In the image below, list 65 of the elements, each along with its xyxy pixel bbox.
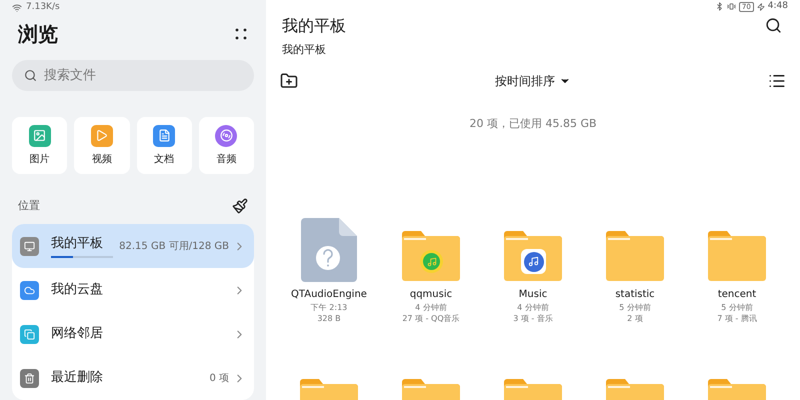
image-icon — [28, 124, 51, 147]
unknown-file-icon — [301, 218, 357, 282]
file-name: qqmusic — [410, 288, 452, 302]
file-item[interactable]: QTAudioEngine 下午 2:13 328 B — [278, 216, 380, 324]
section-title: 位置 — [18, 198, 40, 214]
category-tile[interactable]: 文档 — [136, 117, 192, 174]
app-badge-icon — [521, 249, 546, 274]
network-icon — [20, 324, 39, 344]
folder-icon — [706, 230, 768, 282]
file-info: 328 B — [317, 313, 341, 324]
file-item[interactable]: tencent 5 分钟前 7 项 - 腾讯 — [686, 216, 788, 324]
bluetooth-icon — [714, 2, 724, 12]
video-icon — [90, 124, 113, 147]
file-time: 4 分钟前 — [517, 302, 549, 313]
audio-icon — [215, 124, 238, 147]
tablet-icon — [20, 236, 39, 256]
breadcrumb[interactable]: 我的平板 — [278, 42, 326, 58]
file-item[interactable]: statistic 5 分钟前 2 项 — [584, 216, 686, 324]
file-name: tencent — [718, 288, 756, 302]
clock: 4:48 — [768, 0, 788, 13]
folder-icon — [604, 230, 666, 282]
broom-icon[interactable] — [232, 198, 248, 214]
folder-summary: 20 项，已使用 45.85 GB — [469, 117, 597, 130]
category-tile[interactable]: 音频 — [198, 117, 254, 174]
file-info: 2 项 — [627, 313, 643, 324]
file-time: 下午 2:13 — [310, 302, 348, 313]
search-icon — [24, 69, 37, 82]
location-item[interactable]: 我的云盘 — [12, 268, 254, 312]
location-label: 我的云盘 — [51, 281, 103, 300]
vibrate-icon — [726, 2, 736, 12]
location-item[interactable]: 网络邻居 — [12, 312, 254, 356]
location-detail: 82.15 GB 可用/128 GB — [119, 240, 229, 254]
wifi-icon — [12, 2, 22, 13]
sidebar-title: 浏览 — [18, 20, 58, 48]
new-folder-icon[interactable] — [280, 72, 298, 90]
location-label: 网络邻居 — [51, 325, 103, 344]
file-time: 5 分钟前 — [619, 302, 651, 313]
charging-icon — [756, 2, 765, 11]
file-name: statistic — [615, 288, 655, 302]
search-icon[interactable] — [765, 17, 782, 34]
category-tile[interactable]: 视频 — [74, 117, 130, 174]
cloud-icon — [20, 280, 39, 300]
document-icon — [153, 124, 176, 147]
trash-icon — [20, 368, 39, 388]
page-title: 我的平板 — [282, 14, 346, 36]
file-name: QTAudioEngine — [291, 288, 367, 302]
list-view-icon[interactable] — [768, 72, 786, 90]
file-item[interactable]: Music 4 分钟前 3 项 - 音乐 — [482, 216, 584, 324]
file-name: Music — [518, 288, 548, 302]
location-detail: 0 项 — [209, 372, 229, 386]
category-tile[interactable]: 图片 — [12, 117, 68, 174]
file-info: 3 项 - 音乐 — [513, 313, 553, 324]
file-item[interactable]: qqmusic 4 分钟前 27 项 - QQ音乐 — [380, 216, 482, 324]
network-speed: 7.13K/s — [26, 0, 60, 14]
file-time: 5 分钟前 — [721, 302, 753, 313]
file-info: 27 项 - QQ音乐 — [402, 313, 460, 324]
more-icon[interactable] — [234, 26, 248, 41]
file-time: 4 分钟前 — [415, 302, 447, 313]
search-field[interactable]: 搜索文件 — [12, 60, 254, 92]
location-item[interactable]: 最近删除 0 项 — [12, 356, 254, 400]
location-label: 我的平板 — [51, 234, 104, 253]
file-info: 7 项 - 腾讯 — [717, 313, 757, 324]
sort-dropdown[interactable]: 按时间排序 — [495, 72, 571, 90]
location-item[interactable]: 我的平板 82.15 GB 可用/128 GB — [12, 224, 254, 268]
location-label: 最近删除 — [51, 369, 103, 388]
